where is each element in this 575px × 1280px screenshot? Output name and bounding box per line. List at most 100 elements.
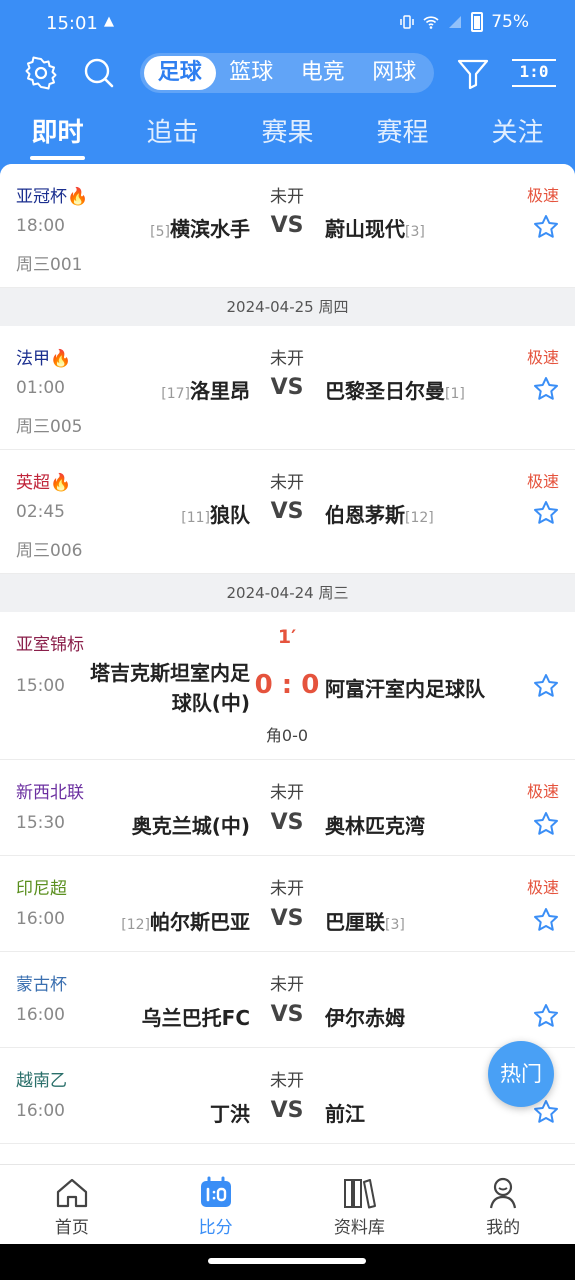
fast-badge: 极速 — [526, 472, 559, 491]
star-icon[interactable] — [533, 673, 559, 699]
sport-tab-football[interactable]: 足球 — [144, 56, 216, 90]
home-rank: [12] — [121, 917, 150, 933]
league-name: 越南乙 — [16, 1071, 67, 1091]
home-team-name: 丁洪 — [210, 1102, 250, 1126]
home-team: 塔吉克斯坦室内足 球队(中) — [90, 658, 250, 718]
away-team-name: 阿富汗室内足球队 — [325, 677, 485, 701]
vs-label: VS — [270, 213, 304, 238]
match-row[interactable]: 英超🔥 未开 极速 02:45 [11]狼队 VS 伯恩茅斯[12] 周三006 — [0, 450, 575, 574]
match-row[interactable]: 新西北联 未开 极速 15:30 奥克兰城(中) VS 奥林匹克湾 — [0, 760, 575, 856]
league-name: 法甲🔥 — [16, 349, 72, 369]
home-team-name: 狼队 — [210, 503, 250, 527]
battery-icon — [471, 12, 484, 32]
nav-home[interactable]: 首页 — [0, 1165, 144, 1244]
away-team: 伊尔赤姆 — [325, 1002, 405, 1031]
away-team: 阿富汗室内足球队 — [325, 673, 485, 702]
match-row[interactable]: 亚冠杯🔥 未开 极速 18:00 [5]横滨水手 VS 蔚山现代[3] 周三00… — [0, 164, 575, 288]
tab-track[interactable]: 追击 — [115, 112, 230, 162]
toolbar: 足球 篮球 电竞 网球 1:0 — [0, 50, 575, 96]
fast-badge: 极速 — [526, 186, 559, 205]
home-team: [5]横滨水手 — [150, 213, 250, 242]
fast-badge: 极速 — [526, 348, 559, 367]
match-status: 未开 — [270, 349, 304, 369]
away-rank: [3] — [405, 224, 425, 240]
home-team: 乌兰巴托FC — [142, 1002, 250, 1031]
away-team-name: 伯恩茅斯 — [325, 503, 405, 527]
star-icon[interactable] — [533, 907, 559, 933]
alert-icon: ▲ — [104, 14, 114, 29]
match-status: 未开 — [270, 975, 304, 995]
nav-profile-label: 我的 — [486, 1218, 521, 1238]
match-row[interactable]: 越南乙 未开 16:00 丁洪 VS 前江 — [0, 1048, 575, 1144]
wifi-icon — [423, 16, 439, 29]
scoreboard-icon — [200, 1176, 231, 1207]
star-icon[interactable] — [533, 1003, 559, 1029]
date-separator: 2024-04-24 周三 — [0, 574, 575, 612]
league-name: 英超🔥 — [16, 473, 72, 493]
vibrate-icon — [400, 15, 414, 29]
tab-live[interactable]: 即时 — [0, 112, 115, 162]
search-button[interactable] — [80, 54, 118, 92]
away-team-name: 奥林匹克湾 — [325, 814, 425, 838]
match-row[interactable]: 印尼超 未开 极速 16:00 [12]帕尔斯巴亚 VS 巴厘联[3] — [0, 856, 575, 952]
away-rank: [1] — [445, 386, 465, 402]
star-icon[interactable] — [533, 376, 559, 402]
match-row[interactable]: 法甲🔥 未开 极速 01:00 [17]洛里昂 VS 巴黎圣日尔曼[1] 周三0… — [0, 326, 575, 450]
match-time: 01:00 — [16, 378, 65, 398]
home-team: 丁洪 — [210, 1098, 250, 1127]
match-minute: 1′ — [277, 626, 297, 648]
tab-results[interactable]: 赛果 — [230, 112, 345, 162]
home-team: [12]帕尔斯巴亚 — [121, 906, 250, 935]
sport-tab-basketball[interactable]: 篮球 — [216, 56, 288, 90]
away-team: 奥林匹克湾 — [325, 810, 425, 839]
match-status: 未开 — [270, 879, 304, 899]
league-name: 新西北联 — [16, 783, 84, 803]
sport-tab-esports[interactable]: 电竞 — [287, 56, 359, 90]
nav-home-label: 首页 — [54, 1218, 89, 1238]
signal-icon — [449, 16, 462, 28]
sport-switcher: 足球 篮球 电竞 网球 — [140, 53, 434, 93]
away-team: 伯恩茅斯[12] — [325, 499, 434, 528]
gesture-handle[interactable] — [208, 1258, 366, 1264]
sport-tab-tennis[interactable]: 网球 — [359, 56, 431, 90]
vs-label: VS — [270, 375, 304, 400]
match-status: 未开 — [270, 783, 304, 803]
tab-schedule[interactable]: 赛程 — [345, 112, 460, 162]
app-header: 15:01 ▲ 75% 足球 篮球 电竞 网球 1:0 即时 追击 赛果 赛程 … — [0, 0, 575, 180]
star-icon[interactable] — [533, 214, 559, 240]
match-code: 周三006 — [16, 541, 83, 561]
books-icon — [344, 1179, 377, 1209]
tab-favorites[interactable]: 关注 — [460, 112, 575, 162]
match-status: 未开 — [270, 473, 304, 493]
match-time: 16:00 — [16, 1005, 65, 1025]
fast-badge: 极速 — [526, 878, 559, 897]
filter-button[interactable] — [454, 54, 492, 92]
match-row[interactable]: 蒙古杯 未开 16:00 乌兰巴托FC VS 伊尔赤姆 — [0, 952, 575, 1048]
home-team: [11]狼队 — [181, 499, 250, 528]
vs-label: VS — [270, 499, 304, 524]
match-status: 未开 — [270, 187, 304, 207]
home-team-name: 洛里昂 — [190, 379, 250, 403]
match-status: 未开 — [270, 1071, 304, 1091]
nav-profile[interactable]: 我的 — [431, 1165, 575, 1244]
nav-database[interactable]: 资料库 — [288, 1165, 432, 1244]
star-icon[interactable] — [533, 811, 559, 837]
fast-badge: 极速 — [526, 782, 559, 801]
date-separator: 2024-04-25 周四 — [0, 288, 575, 326]
away-rank: [12] — [405, 510, 434, 526]
home-team-name: 横滨水手 — [170, 217, 250, 241]
corner-count: 角0-0 — [265, 726, 309, 745]
home-team: 奥克兰城(中) — [132, 810, 250, 839]
vs-label: VS — [270, 1098, 304, 1123]
settings-button[interactable] — [22, 54, 60, 92]
status-time: 15:01 — [46, 13, 98, 34]
match-row-live[interactable]: 亚室锦标 1′ 15:00 塔吉克斯坦室内足 球队(中) 0 : 0 阿富汗室内… — [0, 612, 575, 760]
match-time: 02:45 — [16, 502, 65, 522]
nav-scores-label: 比分 — [198, 1218, 233, 1238]
match-time: 15:30 — [16, 813, 65, 833]
hot-button[interactable]: 热门 — [488, 1041, 554, 1107]
star-icon[interactable] — [533, 500, 559, 526]
score-toggle-button[interactable]: 1:0 — [512, 59, 556, 87]
home-team-name: 帕尔斯巴亚 — [150, 910, 250, 934]
nav-scores[interactable]: 比分 — [144, 1165, 288, 1244]
